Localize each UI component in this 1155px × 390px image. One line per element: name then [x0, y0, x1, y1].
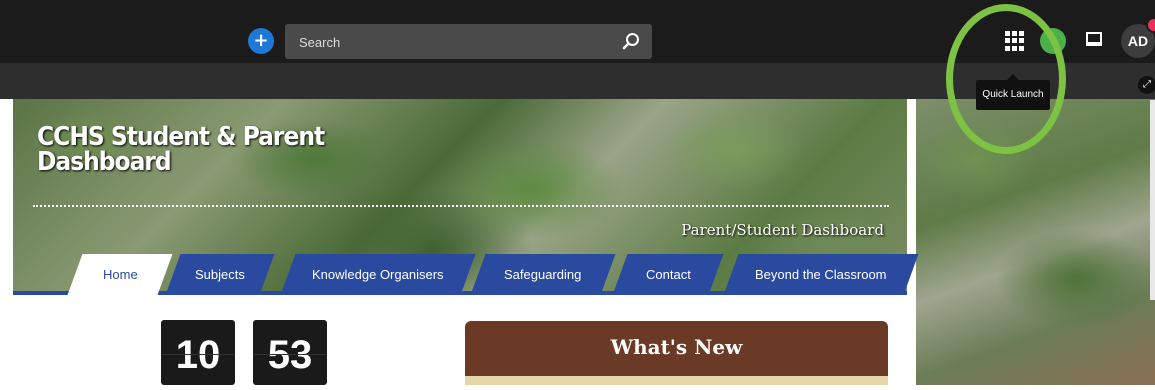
expand-icon[interactable]: ⤢	[1138, 76, 1155, 94]
search-input[interactable]	[297, 24, 611, 61]
search-icon[interactable]	[622, 32, 640, 50]
clock-hours: 10	[161, 320, 235, 385]
monitor-icon[interactable]	[1086, 32, 1102, 46]
tab-knowledge-organisers[interactable]: Knowledge Organisers	[280, 254, 476, 295]
add-button[interactable]: +	[248, 28, 274, 54]
highlight-circle	[946, 4, 1066, 154]
site-navigation: Home Subjects Knowledge Organisers Safeg…	[13, 254, 919, 295]
site-subtitle: Parent/Student Dashboard	[681, 221, 884, 239]
tab-beyond-the-classroom[interactable]: Beyond the Classroom	[723, 254, 919, 295]
whats-new-body	[465, 376, 888, 385]
title-divider	[33, 205, 889, 207]
tab-subjects[interactable]: Subjects	[165, 254, 275, 295]
site-title: CCHS Student & Parent Dashboard	[37, 122, 325, 177]
tab-safeguarding[interactable]: Safeguarding	[470, 254, 616, 295]
notification-badge	[1146, 17, 1155, 33]
whats-new-title: What's New	[610, 335, 743, 359]
tab-home[interactable]: Home	[67, 254, 173, 295]
scrollbar[interactable]	[1150, 100, 1155, 300]
whats-new-panel: What's New	[465, 321, 888, 385]
clock-minutes: 53	[253, 320, 327, 385]
search-box[interactable]	[285, 24, 652, 61]
tab-contact[interactable]: Contact	[612, 254, 724, 295]
